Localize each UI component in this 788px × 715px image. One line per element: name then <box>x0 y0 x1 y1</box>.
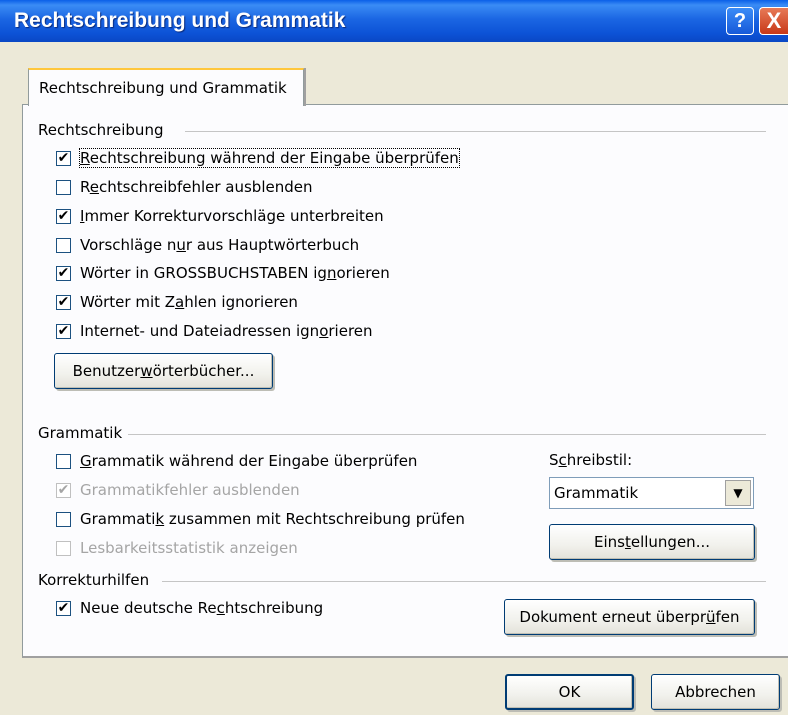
checkbox-hide-spelling-errors[interactable]: Rechtschreibfehler ausblenden <box>56 176 313 198</box>
cancel-button[interactable]: Abbrechen <box>651 674 780 710</box>
checkbox-new-german-spelling[interactable]: Neue deutsche Rechtschreibung <box>56 597 323 619</box>
option-label: Wörter in GROSSBUCHSTABEN ignorieren <box>80 264 390 282</box>
spelling-separator <box>185 131 766 132</box>
ok-button[interactable]: OK <box>505 674 634 710</box>
checkbox-box <box>56 482 71 498</box>
checkbox-box[interactable] <box>56 237 71 253</box>
checkbox-box[interactable] <box>56 208 71 224</box>
checkbox-always-suggest[interactable]: Immer Korrekturvorschläge unterbreiten <box>56 205 384 227</box>
option-label: Lesbarkeitsstatistik anzeigen <box>80 539 298 557</box>
title-bar[interactable]: Rechtschreibung und Grammatik ? X <box>0 0 788 42</box>
checkbox-hide-grammar-errors: Grammatikfehler ausblenden <box>56 479 300 501</box>
option-label: Rechtschreibfehler ausblenden <box>80 178 313 196</box>
spelling-group-label: Rechtschreibung <box>38 121 172 139</box>
grammar-settings-button[interactable]: Eins t ellungen... <box>549 524 755 560</box>
checkbox-box[interactable] <box>56 453 71 469</box>
window-title: Rechtschreibung und Grammatik <box>14 9 346 32</box>
recheck-document-button[interactable]: Dokument erneut überpr ü fen <box>504 599 755 635</box>
option-label: Immer Korrekturvorschläge unterbreiten <box>80 207 384 225</box>
writing-style-label: Schreibstil: <box>549 451 633 469</box>
checkbox-main-dictionary-only[interactable]: Vorschläge nur aus Hauptwörterbuch <box>56 234 359 256</box>
checkbox-ignore-numbers[interactable]: Wörter mit Zahlen ignorieren <box>56 291 298 313</box>
checkbox-box[interactable] <box>56 294 71 310</box>
tab-spelling-grammar[interactable]: Rechtschreibung und Grammatik <box>28 68 306 106</box>
close-button[interactable]: X <box>759 7 788 35</box>
checkbox-ignore-internet-addresses[interactable]: Internet- und Dateiadressen ignorieren <box>56 320 373 342</box>
option-label: Grammatik zusammen mit Rechtschreibung p… <box>80 510 465 528</box>
option-label: Internet- und Dateiadressen ignorieren <box>80 322 373 340</box>
grammar-group-label: Grammatik <box>38 424 131 442</box>
checkbox-readability-statistics: Lesbarkeitsstatistik anzeigen <box>56 537 298 559</box>
checkbox-box[interactable] <box>56 179 71 195</box>
option-label: Neue deutsche Rechtschreibung <box>80 599 324 617</box>
option-label: Grammatik während der Eingabe überprüfen <box>80 452 418 470</box>
option-label: Vorschläge nur aus Hauptwörterbuch <box>80 236 360 254</box>
option-label: Grammatikfehler ausblenden <box>80 481 300 499</box>
help-button[interactable]: ? <box>726 7 754 35</box>
checkbox-check-grammar-as-you-type[interactable]: Grammatik während der Eingabe überprüfen <box>56 450 417 472</box>
dialog-window: Rechtschreibung und Grammatik ? X Rechts… <box>0 0 788 715</box>
custom-dictionaries-button[interactable]: Benutzer w örterbücher... <box>54 353 273 389</box>
checkbox-box[interactable] <box>56 323 71 339</box>
writing-style-select[interactable]: Grammatik ▼ <box>549 477 754 509</box>
checkbox-ignore-uppercase[interactable]: Wörter in GROSSBUCHSTABEN ignorieren <box>56 262 390 284</box>
checkbox-box[interactable] <box>56 150 71 166</box>
checkbox-box[interactable] <box>56 265 71 281</box>
grammar-separator <box>128 434 766 435</box>
chevron-down-icon[interactable]: ▼ <box>725 480 751 506</box>
writing-style-value: Grammatik <box>554 484 639 502</box>
checkbox-check-spelling-as-you-type[interactable]: Rechtschreibung während der Eingabe über… <box>56 147 460 169</box>
checkbox-box[interactable] <box>56 511 71 527</box>
option-label: Wörter mit Zahlen ignorieren <box>80 293 298 311</box>
checkbox-box[interactable] <box>56 600 71 616</box>
proofing-separator <box>162 581 766 582</box>
proofing-group-label: Korrekturhilfen <box>38 571 158 589</box>
checkbox-grammar-with-spelling[interactable]: Grammatik zusammen mit Rechtschreibung p… <box>56 508 465 530</box>
option-label: Rechtschreibung während der Eingabe über… <box>79 148 460 168</box>
checkbox-box <box>56 540 71 556</box>
